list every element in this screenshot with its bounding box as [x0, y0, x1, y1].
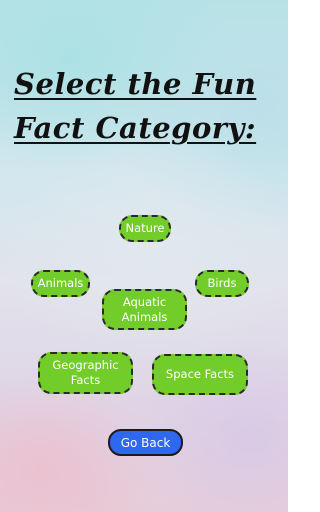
category-screen: Select the Fun Fact Category: Nature Ani…: [0, 0, 288, 512]
page-title-line-1: Select the Fun: [14, 67, 257, 101]
geographic-facts-category-button[interactable]: Geographic Facts: [38, 352, 133, 394]
space-facts-category-button[interactable]: Space Facts: [152, 354, 248, 395]
page-title: Select the Fun Fact Category:: [14, 62, 276, 150]
aquatic-animals-category-button[interactable]: Aquatic Animals: [102, 289, 187, 330]
animals-category-button[interactable]: Animals: [31, 270, 90, 297]
nature-category-button[interactable]: Nature: [119, 215, 171, 242]
go-back-button[interactable]: Go Back: [108, 429, 183, 456]
page-title-line-2: Fact Category:: [14, 111, 257, 145]
birds-category-button[interactable]: Birds: [195, 270, 249, 297]
